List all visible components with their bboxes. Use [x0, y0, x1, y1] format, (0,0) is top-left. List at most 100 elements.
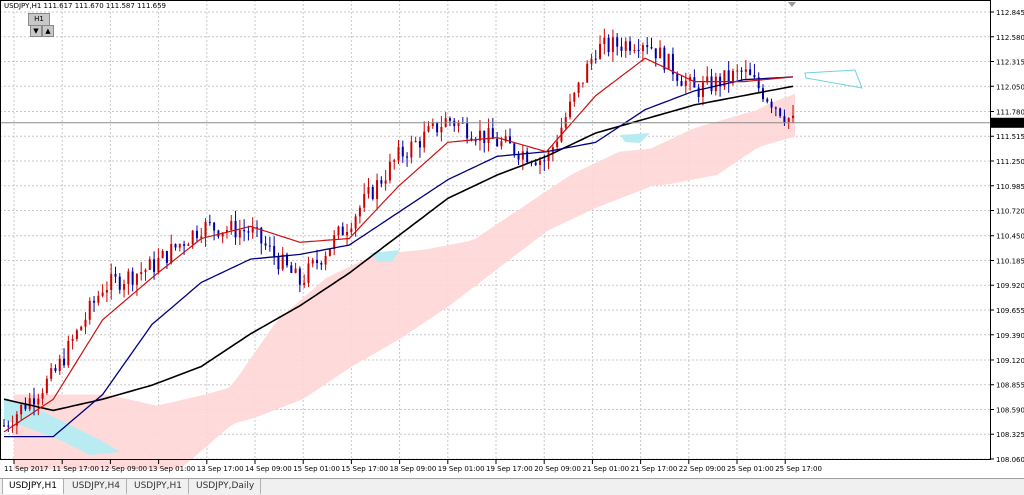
candle-body: [543, 160, 546, 162]
candle-body: [744, 69, 747, 72]
candle-body: [135, 274, 138, 285]
candle-body: [770, 101, 773, 108]
candle-body: [298, 268, 301, 285]
candle-body: [367, 186, 370, 194]
scroll-up-icon[interactable]: ▲: [42, 25, 54, 37]
time-label: 20 Sep 09:00: [534, 465, 581, 473]
candle-body: [277, 256, 280, 270]
time-label: 15 Sep 01:00: [293, 465, 340, 473]
candle-body: [71, 339, 74, 341]
candle-body: [3, 425, 5, 427]
candle-body: [50, 368, 53, 379]
chart-area[interactable]: 111.659 112.845 112.580 112.315 112.050 111.…: [0, 0, 1024, 478]
candle-body: [539, 160, 542, 165]
candle-body: [693, 77, 696, 88]
time-label: 25 Sep 17:00: [775, 465, 822, 473]
scroll-down-icon[interactable]: ▼: [30, 25, 42, 37]
time-label: 22 Sep 09:00: [679, 465, 726, 473]
candle-body: [208, 221, 211, 223]
candle-body: [440, 126, 443, 133]
time-label: 25 Sep 01:00: [727, 465, 774, 473]
candle-body: [710, 76, 713, 92]
candle-body: [397, 146, 400, 161]
time-label: 21 Sep 01:00: [582, 465, 629, 473]
candle-body: [7, 425, 10, 427]
candle-body: [238, 230, 241, 238]
candle-body: [663, 47, 666, 70]
candle-body: [187, 244, 190, 246]
candle-body: [599, 43, 602, 59]
candle-body: [213, 222, 216, 231]
candle-body: [170, 244, 173, 263]
candle-body: [33, 398, 36, 405]
candle-body: [448, 118, 451, 121]
candle-body: [676, 74, 679, 81]
price-label: 109.390: [996, 332, 1024, 340]
candle-body: [380, 180, 383, 184]
candle-body: [37, 398, 40, 405]
candle-body: [406, 156, 409, 158]
candle-body: [641, 45, 644, 51]
candle-body: [354, 216, 357, 229]
candle-body: [646, 45, 649, 48]
candle-body: [474, 140, 477, 142]
candle-body: [67, 340, 70, 366]
price-label: 108.855: [996, 382, 1024, 390]
candle-body: [792, 115, 794, 119]
price-label: 108.325: [996, 431, 1024, 439]
candle-body: [603, 37, 606, 44]
time-label: 19 Sep 17:00: [486, 465, 533, 473]
candle-body: [307, 263, 310, 283]
candle-body: [697, 87, 700, 97]
candle-body: [654, 48, 657, 59]
candle-body: [496, 138, 499, 147]
candle-body: [607, 37, 610, 53]
tab-usdjpy-h4[interactable]: USDJPY,H4: [66, 479, 127, 494]
candle-body: [328, 248, 331, 256]
price-label: 109.655: [996, 307, 1024, 315]
price-label: 109.120: [996, 357, 1024, 365]
candle-body: [436, 122, 439, 133]
candle-body: [247, 231, 250, 233]
price-label: 111.515: [996, 133, 1024, 141]
candle-body: [384, 180, 387, 184]
candle-body: [230, 220, 233, 231]
candle-body: [101, 292, 104, 296]
price-label: 110.450: [996, 233, 1024, 241]
candle-body: [144, 269, 147, 272]
time-label: 18 Sep 09:00: [390, 465, 437, 473]
symbol-info-bar: USDJPY,H1 111.617 111.670 111.587 111.65…: [4, 2, 166, 10]
candle-body: [736, 70, 739, 72]
candle-body: [140, 271, 143, 275]
time-label: 11 Sep 17:00: [52, 465, 99, 473]
tab-usdjpy-h1[interactable]: USDJPY,H1: [2, 479, 64, 494]
time-label: 14 Sep 09:00: [245, 465, 292, 473]
candle-body: [629, 41, 632, 51]
candle-body: [114, 273, 117, 277]
candle-body: [483, 130, 486, 144]
candle-body: [414, 141, 417, 143]
candle-body: [779, 108, 782, 117]
candle-body: [20, 404, 23, 415]
chart-tabs-bar: USDJPY,H1 USDJPY,H4 USDJPY,H1 USDJPY,Dai…: [0, 478, 1024, 495]
candle-body: [110, 273, 113, 291]
candle-body: [423, 131, 426, 148]
candle-body: [586, 63, 589, 83]
tab-usdjpy-daily[interactable]: USDJPY,Daily: [190, 479, 262, 494]
candle-body: [500, 141, 503, 147]
candle-body: [774, 107, 777, 109]
candle-body: [547, 152, 550, 162]
candle-body: [418, 141, 421, 148]
candle-body: [80, 326, 83, 331]
candle-body: [311, 259, 314, 264]
candle-body: [376, 180, 379, 199]
tab-usdjpy-h1-second[interactable]: USDJPY,H1: [128, 479, 189, 494]
price-chart[interactable]: 111.659 112.845 112.580 112.315 112.050 111.…: [0, 0, 1024, 478]
candle-body: [268, 245, 271, 247]
candle-body: [637, 50, 640, 52]
candle-body: [581, 82, 584, 84]
candle-body: [350, 228, 353, 233]
candle-body: [131, 271, 134, 285]
candle-body: [590, 58, 593, 64]
candle-body: [45, 378, 48, 394]
